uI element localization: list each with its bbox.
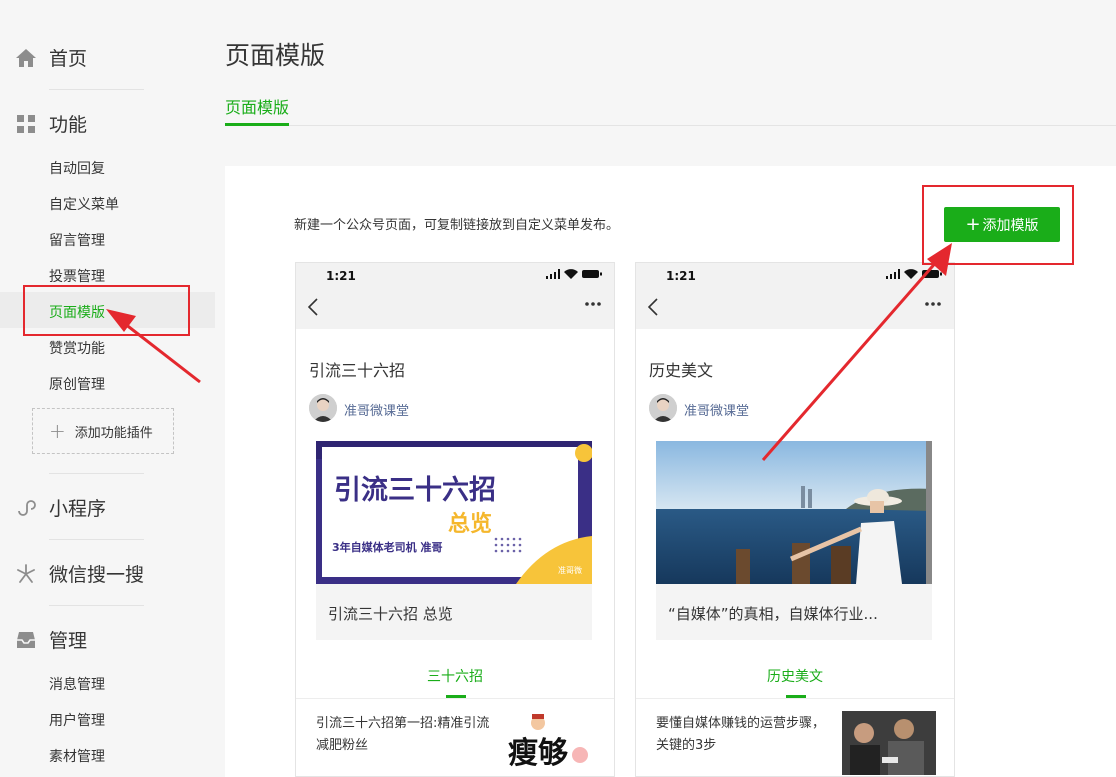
arrow-to-page-template — [106, 309, 201, 384]
annotation-arrows — [106, 243, 952, 461]
arrow-to-add-button — [761, 243, 952, 461]
